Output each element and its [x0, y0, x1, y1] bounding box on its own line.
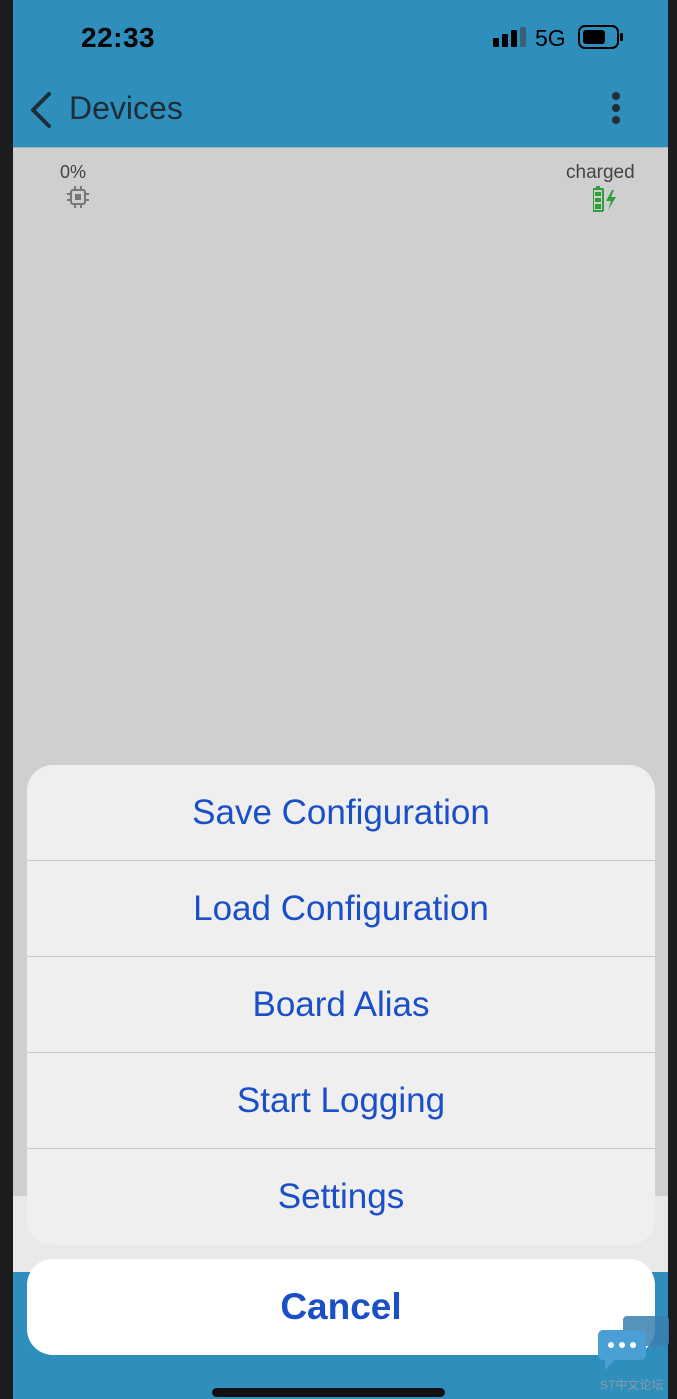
battery-charging-icon	[593, 186, 616, 212]
start-logging-button[interactable]: Start Logging	[27, 1053, 655, 1149]
cpu-usage-label: 0%	[60, 162, 87, 182]
watermark-text: ST中文论坛	[600, 1378, 664, 1392]
load-configuration-button[interactable]: Load Configuration	[27, 861, 655, 957]
cellular-signal-icon	[493, 27, 526, 47]
status-bar: 22:33 5G	[13, 0, 668, 78]
status-time: 22:33	[81, 22, 156, 53]
page-title: Devices	[69, 90, 183, 126]
action-sheet: Save Configuration Load Configuration Bo…	[27, 765, 655, 1245]
network-type: 5G	[535, 25, 566, 51]
settings-button[interactable]: Settings	[27, 1149, 655, 1245]
chat-bubble-icon[interactable]	[597, 1314, 669, 1372]
battery-icon	[578, 25, 623, 49]
cancel-button[interactable]: Cancel	[27, 1259, 655, 1355]
navigation-bar: Devices	[13, 78, 668, 148]
save-configuration-button[interactable]: Save Configuration	[27, 765, 655, 861]
board-alias-button[interactable]: Board Alias	[27, 957, 655, 1053]
app-screen: 22:33 5G Devices 0% charged Save Configu…	[13, 0, 668, 1399]
battery-status-label: charged	[566, 162, 635, 183]
home-indicator[interactable]	[212, 1388, 445, 1397]
cpu-chip-icon	[67, 186, 89, 208]
vertical-ellipsis-icon[interactable]	[605, 90, 627, 134]
chevron-left-icon[interactable]	[27, 88, 57, 132]
